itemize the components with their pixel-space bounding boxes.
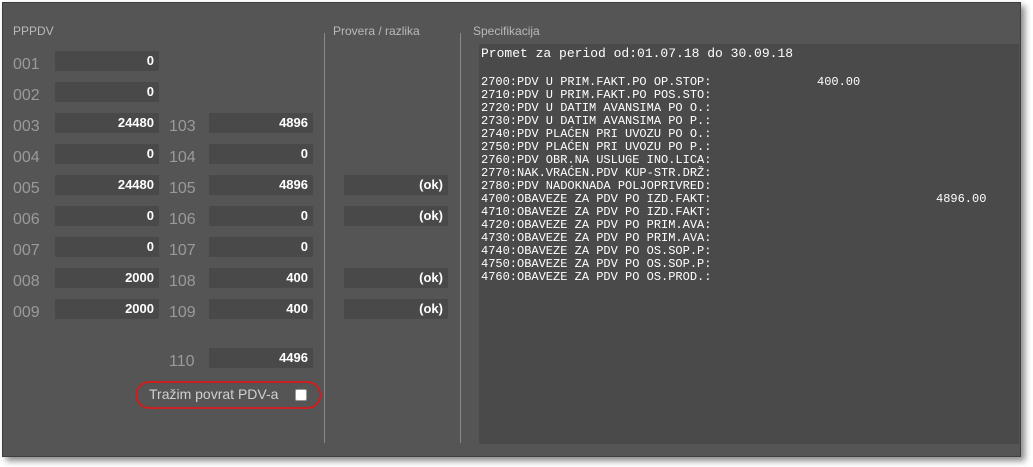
field-001[interactable]: 0 bbox=[55, 51, 159, 71]
provera-106: (ok) bbox=[344, 206, 448, 226]
code-007: 007 bbox=[13, 242, 40, 259]
vat-refund-label[interactable]: Tražim povrat PDV-a bbox=[149, 386, 278, 402]
code-109: 109 bbox=[169, 304, 196, 321]
field-105[interactable]: 4896 bbox=[209, 175, 313, 195]
code-003: 003 bbox=[13, 118, 40, 135]
field-109[interactable]: 400 bbox=[209, 299, 313, 319]
code-108: 108 bbox=[169, 273, 196, 290]
code-005: 005 bbox=[13, 180, 40, 197]
code-009: 009 bbox=[13, 304, 40, 321]
spec-line-value1: 400.00 bbox=[817, 75, 861, 89]
field-002[interactable]: 0 bbox=[55, 82, 159, 102]
field-108[interactable]: 400 bbox=[209, 268, 313, 288]
vat-refund-checkbox[interactable] bbox=[295, 389, 307, 401]
field-003[interactable]: 24480 bbox=[55, 113, 159, 133]
field-007[interactable]: 0 bbox=[55, 237, 159, 257]
code-006: 006 bbox=[13, 211, 40, 228]
provera-105: (ok) bbox=[344, 175, 448, 195]
field-005[interactable]: 24480 bbox=[55, 175, 159, 195]
field-103[interactable]: 4896 bbox=[209, 113, 313, 133]
field-110[interactable]: 4496 bbox=[209, 348, 313, 368]
field-006[interactable]: 0 bbox=[55, 206, 159, 226]
code-107: 107 bbox=[169, 242, 196, 259]
pppdv-panel: PPPDV Provera / razlika Specifikacija 00… bbox=[2, 2, 1021, 457]
spec-line-value2: 4896.00 bbox=[936, 192, 987, 206]
code-106: 106 bbox=[169, 211, 196, 228]
provera-108: (ok) bbox=[344, 268, 448, 288]
field-009[interactable]: 2000 bbox=[55, 299, 159, 319]
section-title-specifikacija: Specifikacija bbox=[473, 24, 540, 38]
field-004[interactable]: 0 bbox=[55, 144, 159, 164]
spec-line-label: 4760:OBAVEZE ZA PDV PO OS.PROD.: bbox=[481, 270, 712, 284]
field-106[interactable]: 0 bbox=[209, 206, 313, 226]
section-title-pppdv: PPPDV bbox=[13, 24, 54, 38]
field-104[interactable]: 0 bbox=[209, 144, 313, 164]
code-008: 008 bbox=[13, 273, 40, 290]
specifikacija-textarea[interactable]: Promet za period od:01.07.18 do 30.09.18… bbox=[479, 44, 1019, 444]
code-103: 103 bbox=[169, 118, 196, 135]
divider-left bbox=[324, 33, 325, 443]
code-001: 001 bbox=[13, 56, 40, 73]
field-107[interactable]: 0 bbox=[209, 237, 313, 257]
code-104: 104 bbox=[169, 149, 196, 166]
provera-109: (ok) bbox=[344, 299, 448, 319]
code-004: 004 bbox=[13, 149, 40, 166]
code-002: 002 bbox=[13, 87, 40, 104]
divider-right bbox=[460, 33, 461, 443]
field-008[interactable]: 2000 bbox=[55, 268, 159, 288]
code-105: 105 bbox=[169, 180, 196, 197]
code-110: 110 bbox=[169, 353, 195, 370]
spec-header: Promet za period od:01.07.18 do 30.09.18 bbox=[481, 46, 794, 61]
section-title-provera: Provera / razlika bbox=[333, 24, 420, 38]
